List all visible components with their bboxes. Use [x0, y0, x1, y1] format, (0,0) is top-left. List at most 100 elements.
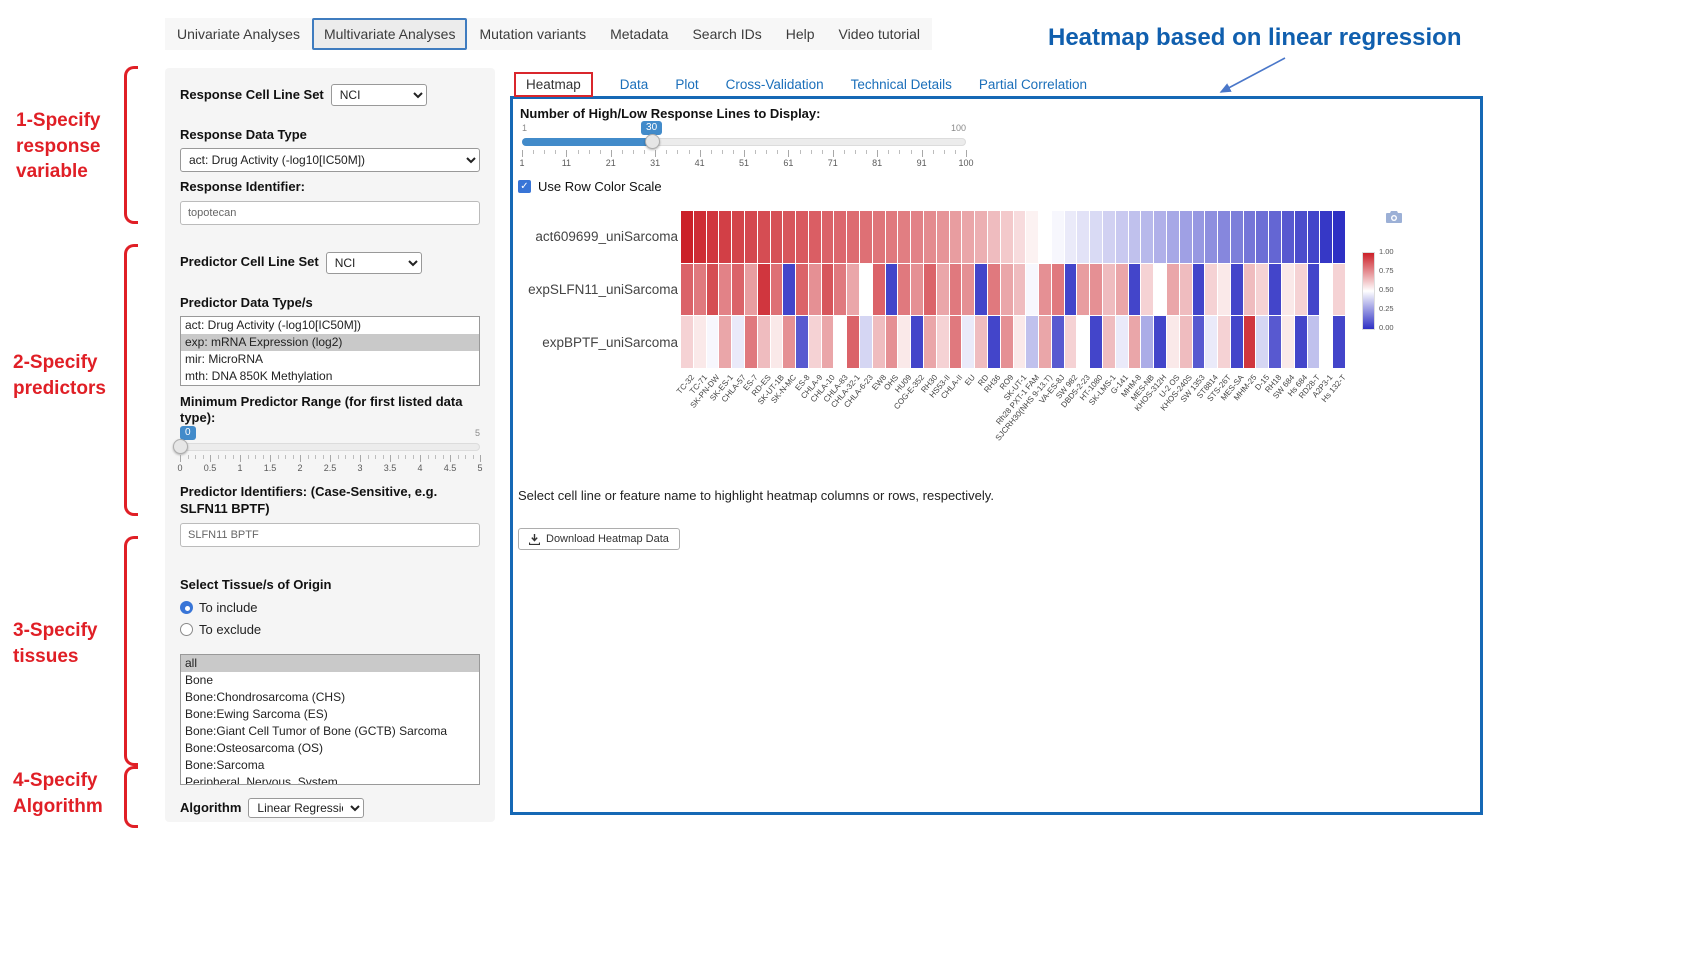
heatmap-cell	[962, 264, 974, 316]
heatmap-cell	[834, 211, 846, 263]
predictor-identifiers-input[interactable]	[180, 523, 480, 547]
colorbar-tick: 0.75	[1379, 267, 1394, 275]
slider-handle[interactable]	[645, 134, 660, 149]
heatmap-cell	[1154, 211, 1166, 263]
algorithm-select[interactable]: Linear Regression	[248, 798, 364, 818]
heatmap-cell	[1193, 264, 1205, 316]
predictor-cell-line-set-select[interactable]: NCI	[326, 252, 422, 274]
nav-tab-metadata[interactable]: Metadata	[598, 18, 680, 50]
heatmap-cell	[1039, 211, 1051, 263]
response-data-type-label: Response Data Type	[180, 127, 480, 143]
response-cell-line-set-select[interactable]: NCI	[331, 84, 427, 106]
nav-tab-search-ids[interactable]: Search IDs	[680, 18, 773, 50]
option-exp-mrna-expression-log2[interactable]: exp: mRNA Expression (log2)	[181, 334, 479, 351]
nav-tab-multivariate-analyses[interactable]: Multivariate Analyses	[312, 18, 468, 50]
heatmap-cell	[1193, 316, 1205, 368]
heatmap-cell	[809, 264, 821, 316]
option-bone-giant-cell-tumor-of-bone-gctb-sarcoma[interactable]: Bone:Giant Cell Tumor of Bone (GCTB) Sar…	[181, 723, 479, 740]
heatmap-cell	[1269, 264, 1281, 316]
main-tabs: Heatmap Data Plot Cross-Validation Technical…	[514, 72, 1087, 97]
heatmap-column-label-eu[interactable]: EU	[963, 373, 977, 387]
heatmap-cell	[1333, 316, 1345, 368]
heatmap-cell	[1001, 316, 1013, 368]
step4-label: 4-Specify Algorithm	[13, 768, 131, 819]
heatmap-cell	[1052, 316, 1064, 368]
camera-icon[interactable]	[1385, 210, 1403, 224]
option-mth-dna-850k-methylation[interactable]: mth: DNA 850K Methylation	[181, 368, 479, 385]
heatmap-hint-text: Select cell line or feature name to high…	[518, 488, 994, 503]
download-icon	[529, 534, 540, 545]
heatmap-cell	[809, 211, 821, 263]
option-all[interactable]: all	[181, 655, 479, 672]
tab-cross-validation[interactable]: Cross-Validation	[726, 77, 824, 92]
display-lines-slider[interactable]: 1 100 30 1112131415161718191100	[522, 123, 966, 169]
response-identifier-input[interactable]	[180, 201, 480, 225]
option-bone[interactable]: Bone	[181, 672, 479, 689]
option-bone-ewing-sarcoma-es[interactable]: Bone:Ewing Sarcoma (ES)	[181, 706, 479, 723]
step3-label: 3-Specify tissues	[13, 618, 131, 669]
row-color-scale-checkbox[interactable]: ✓	[518, 180, 531, 193]
heatmap-cell	[694, 316, 706, 368]
heatmap-cell	[1256, 211, 1268, 263]
heatmap-cell	[771, 264, 783, 316]
exclude-radio-label: To exclude	[199, 622, 261, 637]
heatmap-cell	[745, 316, 757, 368]
heatmap-cell	[745, 264, 757, 316]
heatmap-cell	[1269, 316, 1281, 368]
option-bone-chondrosarcoma-chs[interactable]: Bone:Chondrosarcoma (CHS)	[181, 689, 479, 706]
heatmap-grid[interactable]	[681, 211, 1345, 368]
heatmap-cell	[1282, 264, 1294, 316]
include-radio[interactable]	[180, 601, 193, 614]
colorbar-tick: 0.00	[1379, 324, 1394, 332]
heatmap-cell	[1308, 211, 1320, 263]
tab-technical-details[interactable]: Technical Details	[851, 77, 952, 92]
heatmap-cell	[783, 316, 795, 368]
heatmap-cell	[758, 264, 770, 316]
option-peripheral-nervous-system[interactable]: Peripheral_Nervous_System	[181, 774, 479, 785]
tab-partial-correlation[interactable]: Partial Correlation	[979, 77, 1087, 92]
tissue-list[interactable]: allBoneBone:Chondrosarcoma (CHS)Bone:Ewi…	[180, 654, 480, 785]
slider-handle[interactable]	[173, 439, 188, 454]
tab-plot[interactable]: Plot	[675, 77, 698, 92]
heatmap-cell	[1103, 264, 1115, 316]
option-bone-sarcoma[interactable]: Bone:Sarcoma	[181, 757, 479, 774]
option-bone-osteosarcoma-os[interactable]: Bone:Osteosarcoma (OS)	[181, 740, 479, 757]
heatmap-row-label-act609699-unisarcoma[interactable]: act609699_uniSarcoma	[523, 211, 678, 263]
heatmap-cell	[1180, 264, 1192, 316]
download-button-label: Download Heatmap Data	[546, 533, 669, 545]
heatmap-cell	[873, 211, 885, 263]
heatmap-cell	[1231, 264, 1243, 316]
min-predictor-range-slider[interactable]: 5 0 00.511.522.533.544.55	[180, 428, 480, 474]
heatmap-cell	[771, 316, 783, 368]
heatmap-row-label-expslfn11-unisarcoma[interactable]: expSLFN11_uniSarcoma	[523, 264, 678, 316]
heatmap-cell	[707, 316, 719, 368]
heatmap-cell	[1308, 264, 1320, 316]
slider-track[interactable]	[180, 443, 480, 451]
heatmap-cell	[847, 316, 859, 368]
heatmap-cell	[834, 264, 846, 316]
heatmap-cell	[796, 264, 808, 316]
nav-tab-mutation-variants[interactable]: Mutation variants	[467, 18, 598, 50]
heatmap-row-label-expbptf-unisarcoma[interactable]: expBPTF_uniSarcoma	[523, 316, 678, 368]
heatmap-cell	[886, 211, 898, 263]
heatmap-row	[681, 211, 1345, 263]
nav-tab-help[interactable]: Help	[774, 18, 827, 50]
heatmap-cell	[681, 316, 693, 368]
colorbar-tick: 0.50	[1379, 286, 1394, 294]
tab-heatmap[interactable]: Heatmap	[514, 72, 593, 97]
tab-data[interactable]: Data	[620, 77, 649, 92]
option-act-drug-activity-log10-ic50m[interactable]: act: Drug Activity (-log10[IC50M])	[181, 317, 479, 334]
colorbar-tick-labels: 1.000.750.500.250.00	[1379, 248, 1394, 332]
heatmap-cell	[988, 316, 1000, 368]
heatmap-cell	[950, 264, 962, 316]
predictor-data-type-list[interactable]: act: Drug Activity (-log10[IC50M])exp: m…	[180, 316, 480, 386]
heatmap-cell	[1129, 211, 1141, 263]
nav-tab-univariate-analyses[interactable]: Univariate Analyses	[165, 18, 312, 50]
option-mir-microrna[interactable]: mir: MicroRNA	[181, 351, 479, 368]
heatmap-cell	[1090, 264, 1102, 316]
response-data-type-select[interactable]: act: Drug Activity (-log10[IC50M])	[180, 148, 480, 172]
exclude-radio[interactable]	[180, 623, 193, 636]
download-heatmap-data-button[interactable]: Download Heatmap Data	[518, 528, 680, 550]
nav-tab-video-tutorial[interactable]: Video tutorial	[827, 18, 932, 50]
heatmap-cell	[796, 316, 808, 368]
